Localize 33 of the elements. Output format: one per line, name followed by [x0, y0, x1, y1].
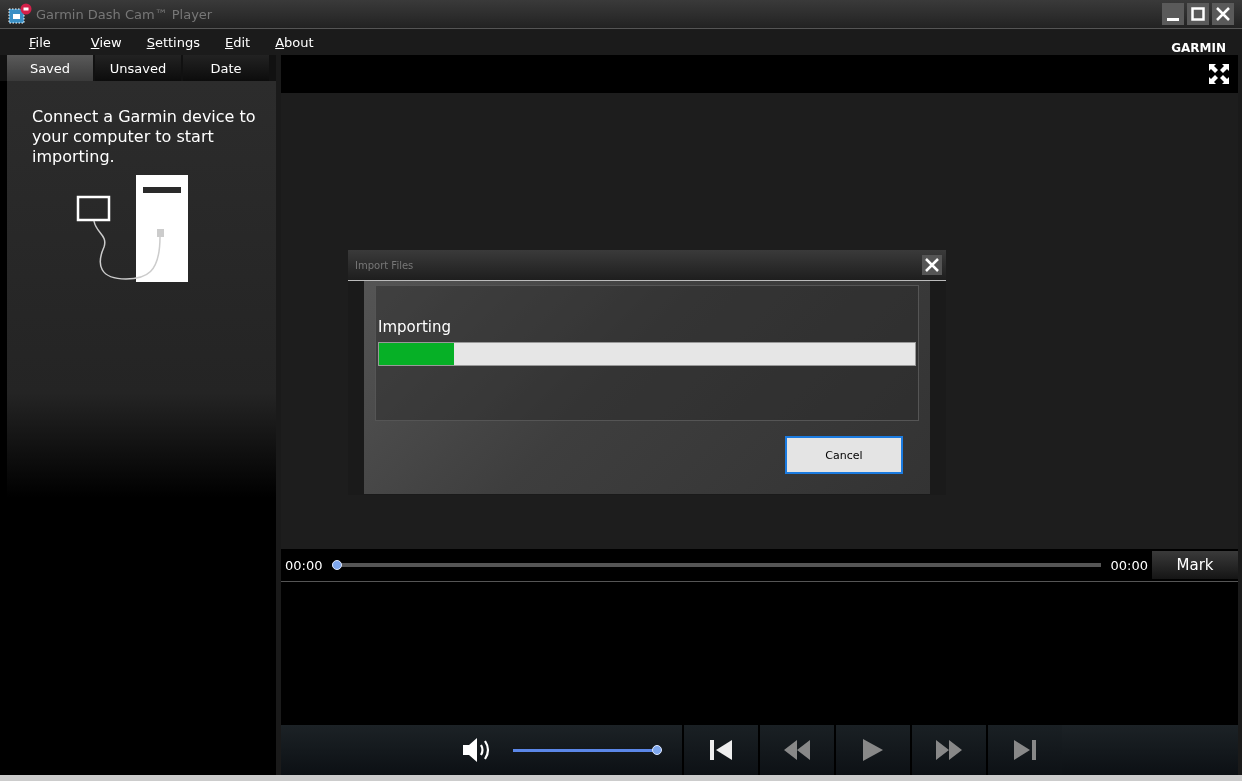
- dialog-title: Import Files: [355, 259, 414, 271]
- minimize-button[interactable]: [1162, 3, 1184, 25]
- mark-button[interactable]: Mark: [1152, 551, 1238, 579]
- menu-item[interactable]: File: [29, 34, 51, 50]
- menu-item[interactable]: Settings: [146, 34, 200, 50]
- seek-slider[interactable]: [332, 560, 1101, 570]
- close-button[interactable]: [922, 255, 942, 275]
- tab[interactable]: Saved: [7, 55, 93, 81]
- play-icon: [862, 738, 884, 762]
- fast-forward-icon: [935, 739, 963, 761]
- minimize-icon: [1167, 18, 1179, 21]
- fullscreen-icon[interactable]: [1208, 63, 1230, 85]
- menu-item[interactable]: View: [90, 34, 122, 50]
- maximize-button[interactable]: [1187, 3, 1209, 25]
- rewind-icon: [783, 739, 811, 761]
- total-time: 00:00: [1109, 557, 1149, 573]
- skip-to-start-icon: [709, 738, 733, 762]
- current-time: 00:00: [284, 557, 324, 573]
- window-title: Garmin Dash Cam™ Player: [36, 6, 213, 22]
- connect-message: Connect a Garmin device to your computer to start importing.: [32, 107, 257, 167]
- app-icon: [8, 3, 32, 25]
- close-icon: [1216, 7, 1230, 21]
- menu-item[interactable]: Edit: [225, 34, 251, 50]
- status-text: Importing: [378, 318, 452, 336]
- close-icon: [925, 258, 939, 272]
- menu-item[interactable]: About: [275, 34, 314, 50]
- maximize-icon: [1191, 7, 1205, 21]
- brand-logo: GARMIN: [1171, 40, 1226, 55]
- close-button[interactable]: [1212, 3, 1234, 25]
- tab[interactable]: Unsaved: [95, 55, 181, 81]
- skip-to-end-icon: [1013, 738, 1037, 762]
- cancel-button[interactable]: Cancel: [785, 436, 903, 474]
- tab[interactable]: Date: [183, 55, 269, 81]
